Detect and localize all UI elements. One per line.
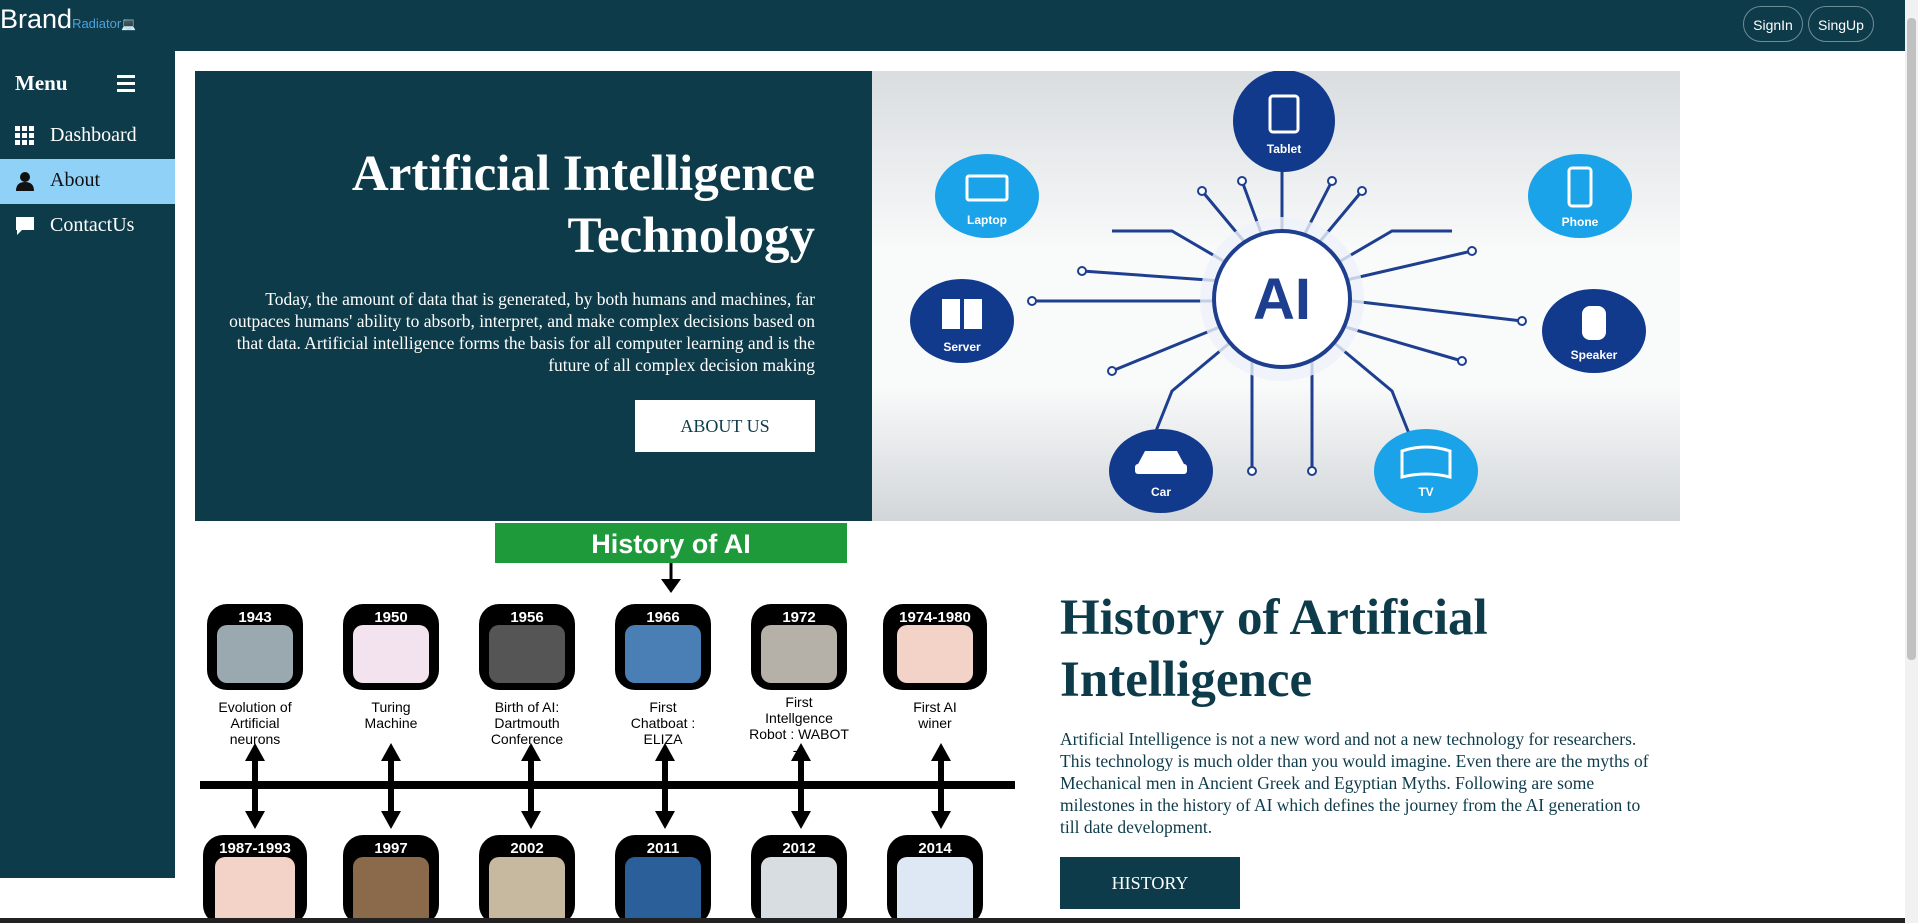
svg-text:Laptop: Laptop (967, 213, 1007, 227)
svg-text:1956: 1956 (510, 609, 543, 626)
laptop-node: Laptop (935, 154, 1039, 238)
timeline-axis (200, 781, 1015, 789)
svg-text:1974-1980: 1974-1980 (899, 609, 971, 626)
car-node: Car (1109, 429, 1213, 513)
hamburger-menu-icon[interactable] (117, 75, 135, 96)
sidebar-gap (0, 878, 175, 923)
signup-button[interactable]: SingUp (1808, 6, 1874, 42)
grid-icon (15, 126, 34, 145)
svg-text:Server: Server (943, 340, 981, 354)
about-us-button[interactable]: ABOUT US (635, 400, 815, 452)
signin-button[interactable]: SignIn (1743, 6, 1803, 42)
chat-icon (16, 217, 34, 235)
svg-text:2012: 2012 (782, 840, 815, 857)
scrollbar-thumb[interactable] (1907, 18, 1916, 660)
server-node: Server (910, 279, 1014, 363)
speaker-node: Speaker (1542, 289, 1646, 373)
svg-text:2011: 2011 (647, 840, 680, 857)
svg-text:TuringMachine: Turing Machine (365, 699, 418, 731)
hero-panel: Artificial Intelligence Technology Today… (195, 71, 872, 521)
svg-text:1943: 1943 (238, 609, 271, 626)
svg-text:1987-1993: 1987-1993 (219, 840, 291, 857)
sidebar-item-contactus[interactable]: ContactUs (0, 204, 175, 249)
history-description: Artificial Intelligence is not a new wor… (1060, 729, 1649, 837)
svg-text:1966: 1966 (646, 609, 679, 626)
svg-text:Speaker: Speaker (1571, 348, 1618, 362)
svg-text:First AIwiner: First AI winer (913, 699, 957, 731)
svg-text:1972: 1972 (782, 609, 815, 626)
sidebar: Menu Dashboard About ContactUs (0, 51, 175, 878)
brand-subtitle: Radiator (72, 16, 122, 31)
hero-title: Artificial Intelligence Technology (351, 146, 815, 264)
tv-node: TV (1374, 429, 1478, 513)
sidebar-item-dashboard[interactable]: Dashboard (0, 114, 175, 159)
svg-text:Car: Car (1151, 485, 1171, 499)
hero-description: Today, the amount of data that is genera… (229, 289, 815, 375)
ai-network-illustration: AI Tablet Laptop Phone Server Speaker Ca… (872, 71, 1680, 521)
timeline-banner: History of AI (591, 529, 751, 559)
bottom-border (0, 918, 1905, 923)
sidebar-item-about[interactable]: About (0, 159, 175, 204)
timeline-top-row: 1943 Evolution of Artificial neurons 1950 … (207, 604, 987, 758)
user-icon (16, 172, 34, 191)
history-title: History of Artificial Intelligence (1060, 590, 1488, 708)
menu-title: Menu (15, 71, 68, 95)
svg-text:Birth of AI:DartmouthConferenc: Birth of AI: Dartmouth Conference (491, 699, 564, 747)
timeline-diagram: History of AI 1943 Evolution of Artificia… (200, 523, 1015, 923)
ai-center-label: AI (1253, 267, 1311, 332)
svg-text:2014: 2014 (918, 840, 952, 857)
svg-text:FirstChatboat :ELIZA: First Chatboat : ELIZA (631, 699, 696, 747)
history-button[interactable]: HISTORY (1060, 857, 1240, 909)
brand-name: Brand (0, 4, 73, 34)
timeline-bottom-row: 1987-1993 1997 2002 2011 2012 2014 (203, 835, 983, 923)
svg-text:Tablet: Tablet (1267, 142, 1301, 156)
brand-logo[interactable]: BrandRadiator💻 (0, 4, 136, 35)
svg-text:Evolution ofArtificialneurons: Evolution of Artificial neurons (218, 699, 291, 747)
svg-text:Phone: Phone (1562, 215, 1599, 229)
svg-text:TV: TV (1418, 485, 1433, 499)
history-timeline-illustration: History of AI 1943 Evolution of Artificia… (195, 521, 1015, 923)
phone-node: Phone (1528, 154, 1632, 238)
sidebar-item-label: About (50, 169, 100, 191)
top-navbar: BrandRadiator💻 SignIn SingUp (0, 0, 1905, 51)
laptop-icon: 💻 (121, 17, 137, 31)
svg-text:1997: 1997 (374, 840, 407, 857)
sidebar-item-label: Dashboard (50, 124, 137, 146)
sidebar-item-label: ContactUs (50, 214, 135, 236)
tablet-node: Tablet (1233, 71, 1335, 172)
svg-text:1950: 1950 (374, 609, 407, 626)
svg-text:2002: 2002 (510, 840, 543, 857)
ai-network-diagram: AI Tablet Laptop Phone Server Speaker Ca… (910, 71, 1646, 513)
